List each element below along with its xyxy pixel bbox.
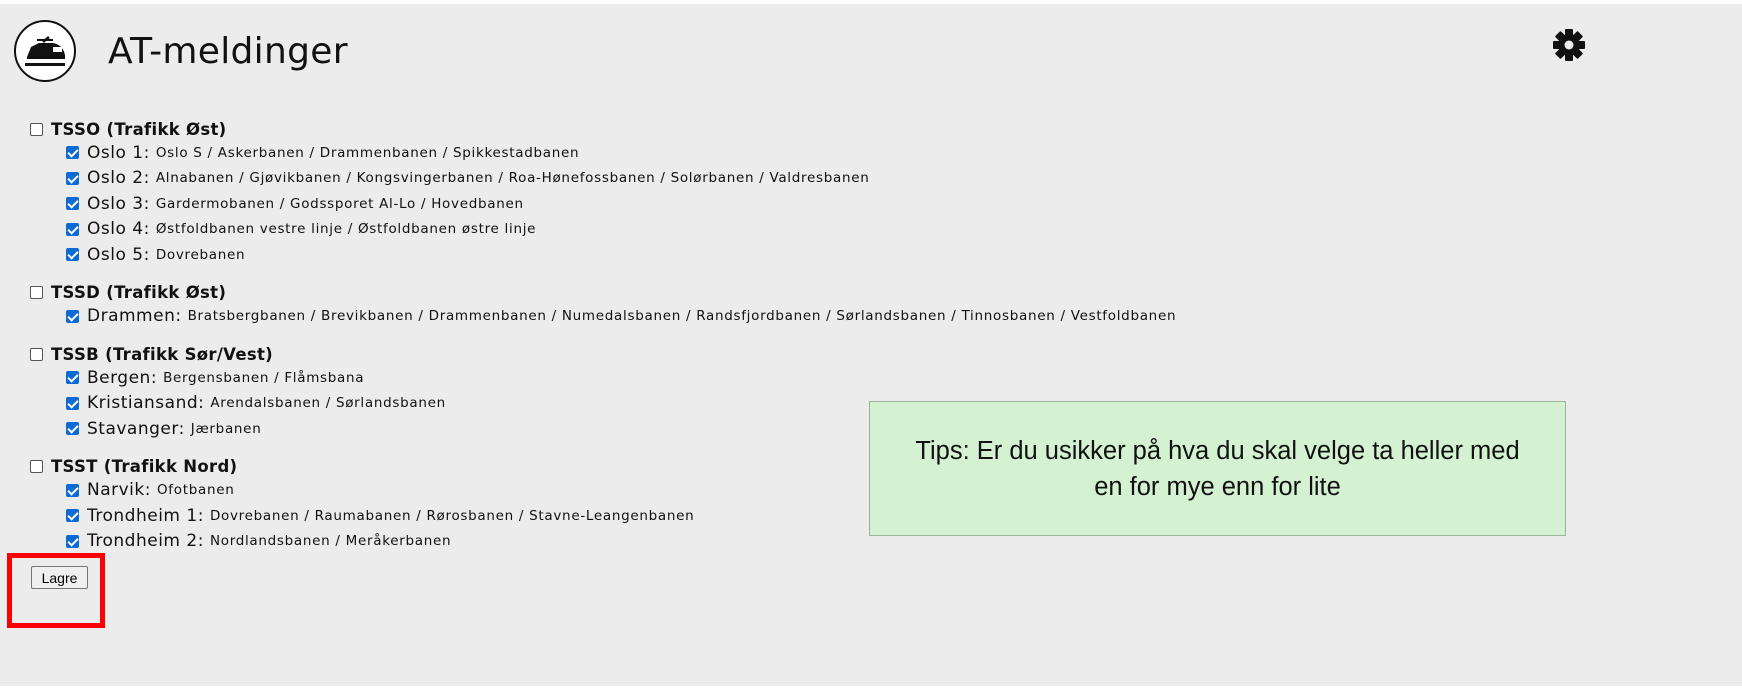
group-checkbox[interactable]: [30, 460, 43, 473]
header: AT-meldinger: [14, 16, 348, 86]
item-checkbox[interactable]: [66, 146, 79, 160]
item-lines: Østfoldbanen vestre linje / Østfoldbanen…: [155, 221, 537, 238]
list-item: Oslo 2: Alnabanen / Gjøvikbanen / Kongsvi…: [30, 166, 1176, 192]
group-tsso: TSSO (Trafikk Øst) Oslo 1: Oslo S / Asker…: [30, 118, 1176, 268]
page-title: AT-meldinger: [108, 30, 348, 72]
item-checkbox[interactable]: [66, 534, 79, 548]
item-checkbox[interactable]: [66, 483, 79, 497]
group-checkbox[interactable]: [30, 122, 43, 136]
item-name: Narvik:: [87, 480, 151, 501]
main-panel: AT-meldinger TSSO (Trafikk Øst) Oslo 1: …: [0, 4, 1742, 686]
item-checkbox[interactable]: [66, 197, 79, 211]
tip-box: Tips: Er du usikker på hva du skal velge…: [869, 401, 1566, 536]
group-checkbox[interactable]: [30, 286, 43, 299]
list-item: Oslo 4: Østfoldbanen vestre linje / Østfo…: [30, 217, 1176, 243]
item-checkbox[interactable]: [66, 248, 79, 262]
item-checkbox[interactable]: [66, 396, 79, 410]
item-name: Oslo 3:: [87, 193, 150, 214]
item-name: Kristiansand:: [87, 393, 205, 414]
item-lines: Dovrebanen / Raumabanen / Rørosbanen / S…: [209, 507, 695, 524]
item-lines: Dovrebanen: [155, 246, 246, 263]
item-lines: Gardermobanen / Godssporet Al-Lo / Hoved…: [155, 195, 524, 212]
list-item: Drammen: Bratsbergbanen / Brevikbanen / D…: [30, 304, 1176, 330]
group-header: TSSO (Trafikk Øst): [30, 118, 1176, 140]
save-highlight: Lagre: [7, 553, 105, 628]
item-name: Oslo 5:: [87, 244, 150, 265]
item-lines: Bratsbergbanen / Brevikbanen / Drammenba…: [187, 308, 1177, 325]
item-name: Stavanger:: [87, 418, 185, 439]
item-lines: Nordlandsbanen / Meråkerbanen: [209, 533, 452, 550]
item-name: Oslo 4:: [87, 219, 150, 240]
group-header: TSSD (Trafikk Øst): [30, 282, 1176, 304]
gear-icon[interactable]: [1552, 28, 1586, 62]
item-name: Trondheim 1:: [87, 505, 204, 526]
item-name: Bergen:: [87, 367, 158, 388]
item-lines: Arendalsbanen / Sørlandsbanen: [210, 395, 446, 412]
item-checkbox[interactable]: [66, 371, 79, 385]
train-icon: [14, 20, 76, 82]
item-lines: Ofotbanen: [156, 482, 235, 499]
item-checkbox[interactable]: [66, 509, 79, 523]
group-header: TSSB (Trafikk Sør/Vest): [30, 343, 1176, 365]
item-checkbox[interactable]: [66, 171, 79, 185]
item-lines: Oslo S / Askerbanen / Drammenbanen / Spi…: [155, 144, 580, 161]
save-button[interactable]: Lagre: [31, 566, 88, 589]
group-label: TSST (Trafikk Nord): [51, 457, 238, 476]
group-checkbox[interactable]: [30, 347, 43, 361]
list-item: Oslo 1: Oslo S / Askerbanen / Drammenbane…: [30, 140, 1176, 166]
item-lines: Bergensbanen / Flåmsbana: [163, 369, 365, 386]
list-item: Oslo 3: Gardermobanen / Godssporet Al-Lo …: [30, 191, 1176, 217]
tip-text: Tips: Er du usikker på hva du skal velge…: [915, 436, 1520, 501]
item-name: Drammen:: [87, 306, 182, 327]
item-name: Oslo 2:: [87, 168, 150, 189]
item-lines: Alnabanen / Gjøvikbanen / Kongsvingerban…: [155, 170, 870, 187]
group-tssd: TSSD (Trafikk Øst) Drammen: Bratsbergbane…: [30, 282, 1176, 330]
group-label: TSSO (Trafikk Øst): [51, 119, 227, 139]
item-name: Oslo 1:: [87, 142, 150, 163]
list-item: Oslo 5: Dovrebanen: [30, 242, 1176, 268]
group-label: TSSB (Trafikk Sør/Vest): [51, 344, 273, 364]
list-item: Bergen: Bergensbanen / Flåmsbana: [30, 365, 1176, 391]
item-lines: Jærbanen: [190, 420, 262, 437]
item-name: Trondheim 2:: [87, 531, 204, 552]
item-checkbox[interactable]: [66, 309, 79, 323]
item-checkbox[interactable]: [66, 422, 79, 436]
item-checkbox[interactable]: [66, 222, 79, 236]
group-label: TSSD (Trafikk Øst): [51, 283, 227, 302]
